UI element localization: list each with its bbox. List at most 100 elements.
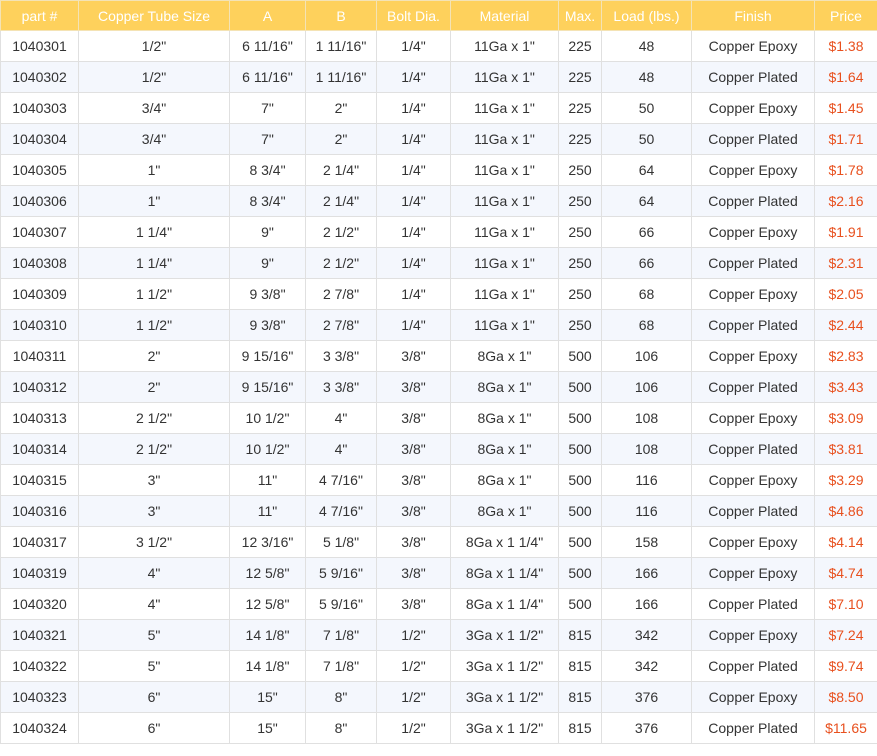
price-cell: $3.29 bbox=[814, 464, 877, 496]
price-cell: $2.31 bbox=[814, 247, 877, 279]
copper-tube-size-cell: 1 1/2" bbox=[78, 278, 230, 310]
copper-tube-size-cell: 3/4" bbox=[78, 123, 230, 155]
part-number-cell: 1040311 bbox=[0, 340, 79, 372]
bolt-dia-cell: 3/8" bbox=[376, 371, 451, 403]
a-cell: 10 1/2" bbox=[229, 402, 306, 434]
max-cell: 250 bbox=[558, 278, 602, 310]
b-cell: 2 1/4" bbox=[305, 185, 377, 217]
part-number-cell: 1040320 bbox=[0, 588, 79, 620]
table-row: 1040303 3/4" 7" 2" 1/4" 11Ga x 1" 225 50 Copper … bbox=[0, 92, 877, 124]
table-row: 1040321 5" 14 1/8" 7 1/8" 1/2" 3Ga x 1 1/2" 81… bbox=[0, 619, 877, 651]
material-cell: 11Ga x 1" bbox=[450, 185, 559, 217]
max-cell: 815 bbox=[558, 619, 602, 651]
table-row: 1040319 4" 12 5/8" 5 9/16" 3/8" 8Ga x 1 1/4" 5… bbox=[0, 557, 877, 589]
copper-tube-size-cell: 5" bbox=[78, 619, 230, 651]
load-cell: 166 bbox=[601, 557, 692, 589]
material-cell: 8Ga x 1" bbox=[450, 433, 559, 465]
load-cell: 342 bbox=[601, 650, 692, 682]
table-row: 1040313 2 1/2" 10 1/2" 4" 3/8" 8Ga x 1" 500 108… bbox=[0, 402, 877, 434]
load-cell: 158 bbox=[601, 526, 692, 558]
copper-tube-size-cell: 6" bbox=[78, 712, 230, 744]
max-cell: 500 bbox=[558, 402, 602, 434]
copper-tube-size-cell: 2 1/2" bbox=[78, 433, 230, 465]
table-row: 1040307 1 1/4" 9" 2 1/2" 1/4" 11Ga x 1" 250 66 C… bbox=[0, 216, 877, 248]
table-row: 1040317 3 1/2" 12 3/16" 5 1/8" 3/8" 8Ga x 1 1… bbox=[0, 526, 877, 558]
bolt-dia-cell: 1/2" bbox=[376, 619, 451, 651]
part-number-cell: 1040305 bbox=[0, 154, 79, 186]
finish-cell: Copper Plated bbox=[691, 61, 815, 93]
copper-tube-size-cell: 4" bbox=[78, 557, 230, 589]
max-cell: 500 bbox=[558, 371, 602, 403]
header-row: part # Copper Tube Size A B Bolt Dia. Materia… bbox=[0, 0, 877, 31]
a-cell: 14 1/8" bbox=[229, 619, 306, 651]
max-cell: 225 bbox=[558, 92, 602, 124]
price-cell: $2.44 bbox=[814, 309, 877, 341]
b-cell: 2" bbox=[305, 123, 377, 155]
price-cell: $2.16 bbox=[814, 185, 877, 217]
bolt-dia-cell: 1/4" bbox=[376, 185, 451, 217]
load-cell: 48 bbox=[601, 61, 692, 93]
price-cell: $1.71 bbox=[814, 123, 877, 155]
b-cell: 1 11/16" bbox=[305, 30, 377, 62]
b-cell: 1 11/16" bbox=[305, 61, 377, 93]
part-number-cell: 1040324 bbox=[0, 712, 79, 744]
material-cell: 11Ga x 1" bbox=[450, 278, 559, 310]
a-cell: 8 3/4" bbox=[229, 154, 306, 186]
price-cell: $2.05 bbox=[814, 278, 877, 310]
max-cell: 500 bbox=[558, 464, 602, 496]
part-number-cell: 1040313 bbox=[0, 402, 79, 434]
finish-cell: Copper Plated bbox=[691, 712, 815, 744]
b-cell: 8" bbox=[305, 681, 377, 713]
load-cell: 116 bbox=[601, 464, 692, 496]
a-cell: 9" bbox=[229, 247, 306, 279]
table-row: 1040306 1" 8 3/4" 2 1/4" 1/4" 11Ga x 1" 250 64 C… bbox=[0, 185, 877, 217]
header-bolt-dia: Bolt Dia. bbox=[376, 0, 451, 31]
price-cell: $1.45 bbox=[814, 92, 877, 124]
max-cell: 815 bbox=[558, 681, 602, 713]
max-cell: 250 bbox=[558, 216, 602, 248]
price-cell: $1.38 bbox=[814, 30, 877, 62]
finish-cell: Copper Plated bbox=[691, 433, 815, 465]
material-cell: 11Ga x 1" bbox=[450, 123, 559, 155]
finish-cell: Copper Epoxy bbox=[691, 464, 815, 496]
price-cell: $1.78 bbox=[814, 154, 877, 186]
price-cell: $2.83 bbox=[814, 340, 877, 372]
table-row: 1040323 6" 15" 8" 1/2" 3Ga x 1 1/2" 815 376 Copp… bbox=[0, 681, 877, 713]
b-cell: 2 1/2" bbox=[305, 216, 377, 248]
load-cell: 166 bbox=[601, 588, 692, 620]
b-cell: 4" bbox=[305, 402, 377, 434]
load-cell: 50 bbox=[601, 123, 692, 155]
finish-cell: Copper Epoxy bbox=[691, 278, 815, 310]
table-row: 1040320 4" 12 5/8" 5 9/16" 3/8" 8Ga x 1 1/4" 5… bbox=[0, 588, 877, 620]
table-row: 1040305 1" 8 3/4" 2 1/4" 1/4" 11Ga x 1" 250 64 C… bbox=[0, 154, 877, 186]
b-cell: 3 3/8" bbox=[305, 371, 377, 403]
load-cell: 108 bbox=[601, 402, 692, 434]
bolt-dia-cell: 3/8" bbox=[376, 557, 451, 589]
bolt-dia-cell: 1/4" bbox=[376, 216, 451, 248]
header-material: Material bbox=[450, 0, 559, 31]
b-cell: 2" bbox=[305, 92, 377, 124]
price-cell: $9.74 bbox=[814, 650, 877, 682]
finish-cell: Copper Epoxy bbox=[691, 340, 815, 372]
a-cell: 9 15/16" bbox=[229, 340, 306, 372]
max-cell: 500 bbox=[558, 557, 602, 589]
max-cell: 500 bbox=[558, 495, 602, 527]
header-finish: Finish bbox=[691, 0, 815, 31]
part-number-cell: 1040316 bbox=[0, 495, 79, 527]
price-cell: $1.64 bbox=[814, 61, 877, 93]
bolt-dia-cell: 1/4" bbox=[376, 92, 451, 124]
load-cell: 68 bbox=[601, 278, 692, 310]
price-cell: $4.74 bbox=[814, 557, 877, 589]
max-cell: 500 bbox=[558, 340, 602, 372]
table-row: 1040312 2" 9 15/16" 3 3/8" 3/8" 8Ga x 1" 500 10… bbox=[0, 371, 877, 403]
copper-tube-size-cell: 3 1/2" bbox=[78, 526, 230, 558]
part-number-cell: 1040321 bbox=[0, 619, 79, 651]
table-row: 1040322 5" 14 1/8" 7 1/8" 1/2" 3Ga x 1 1/2" 81… bbox=[0, 650, 877, 682]
price-cell: $8.50 bbox=[814, 681, 877, 713]
b-cell: 5 9/16" bbox=[305, 557, 377, 589]
load-cell: 106 bbox=[601, 340, 692, 372]
header-b: B bbox=[305, 0, 377, 31]
bolt-dia-cell: 1/4" bbox=[376, 278, 451, 310]
finish-cell: Copper Epoxy bbox=[691, 526, 815, 558]
finish-cell: Copper Epoxy bbox=[691, 30, 815, 62]
